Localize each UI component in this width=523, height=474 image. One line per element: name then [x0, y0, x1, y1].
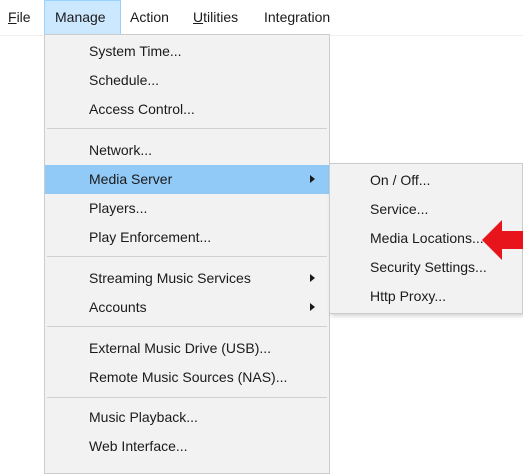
menu-separator: [47, 397, 327, 398]
submenu-item-label: On / Off...: [370, 172, 431, 188]
menu-item-label: Web Interface...: [89, 438, 188, 454]
menu-item-label: Streaming Music Services: [89, 270, 251, 286]
submenu-arrow-icon: [310, 274, 315, 282]
menu-item-network[interactable]: Network...: [45, 136, 329, 165]
submenu-item-http-proxy[interactable]: Http Proxy...: [330, 282, 522, 311]
menu-item-label: Music Playback...: [89, 409, 198, 425]
menu-utilities-label: tilities: [203, 9, 239, 25]
menu-bar: File Manage Action Utilities Integration: [0, 0, 523, 36]
menu-action[interactable]: Action: [130, 0, 169, 35]
menu-item-music-playback[interactable]: Music Playback...: [45, 403, 329, 432]
menu-file-label: ile: [16, 9, 31, 25]
submenu-arrow-icon: [310, 303, 315, 311]
menu-file-mnemonic: F: [8, 9, 17, 25]
menu-item-system-time[interactable]: System Time...: [45, 37, 329, 66]
submenu-item-label: Security Settings...: [370, 259, 487, 275]
menu-item-players[interactable]: Players...: [45, 194, 329, 223]
red-pointer-arrow-icon: [482, 220, 523, 260]
menu-item-label: Play Enforcement...: [89, 229, 212, 245]
menu-manage[interactable]: Manage: [44, 0, 121, 35]
menu-item-label: External Music Drive (USB)...: [89, 340, 272, 356]
submenu-item-label: Service...: [370, 201, 429, 217]
menu-item-label: Network...: [89, 142, 153, 158]
menu-item-label: Schedule...: [89, 72, 160, 88]
submenu-arrow-icon: [310, 175, 315, 183]
menu-item-remote-music-sources[interactable]: Remote Music Sources (NAS)...: [45, 363, 329, 392]
menu-utilities-mnemonic: U: [193, 9, 204, 25]
manage-dropdown-menu: System Time... Schedule... Access Contro…: [44, 34, 330, 474]
menu-item-label: Media Server: [89, 171, 173, 187]
menu-item-label: Access Control...: [89, 101, 195, 117]
menu-separator: [47, 128, 327, 129]
menu-integration[interactable]: Integration: [264, 0, 330, 35]
menu-item-play-enforcement[interactable]: Play Enforcement...: [45, 223, 329, 252]
menu-item-media-server[interactable]: Media Server: [45, 165, 329, 194]
menu-item-label: System Time...: [89, 43, 182, 59]
menu-item-external-music-drive[interactable]: External Music Drive (USB)...: [45, 334, 329, 363]
menu-item-streaming-music-services[interactable]: Streaming Music Services: [45, 264, 329, 293]
menu-manage-label: Manage: [55, 9, 106, 25]
menu-separator: [47, 326, 327, 327]
submenu-item-label: Media Locations...: [370, 230, 484, 246]
menu-integration-label: Integration: [264, 9, 331, 25]
menu-action-label: Action: [130, 9, 169, 25]
menu-item-label: Accounts: [89, 299, 147, 315]
menu-separator: [47, 256, 327, 257]
menu-item-label: Remote Music Sources (NAS)...: [89, 369, 288, 385]
menu-file[interactable]: File: [8, 0, 31, 35]
menu-item-web-interface[interactable]: Web Interface...: [45, 432, 329, 461]
menu-item-accounts[interactable]: Accounts: [45, 293, 329, 322]
menu-item-schedule[interactable]: Schedule...: [45, 66, 329, 95]
menu-utilities[interactable]: Utilities: [193, 0, 238, 35]
submenu-item-on-off[interactable]: On / Off...: [330, 166, 522, 195]
menu-item-access-control[interactable]: Access Control...: [45, 95, 329, 124]
menu-item-label: Players...: [89, 200, 148, 216]
submenu-item-label: Http Proxy...: [370, 288, 446, 304]
